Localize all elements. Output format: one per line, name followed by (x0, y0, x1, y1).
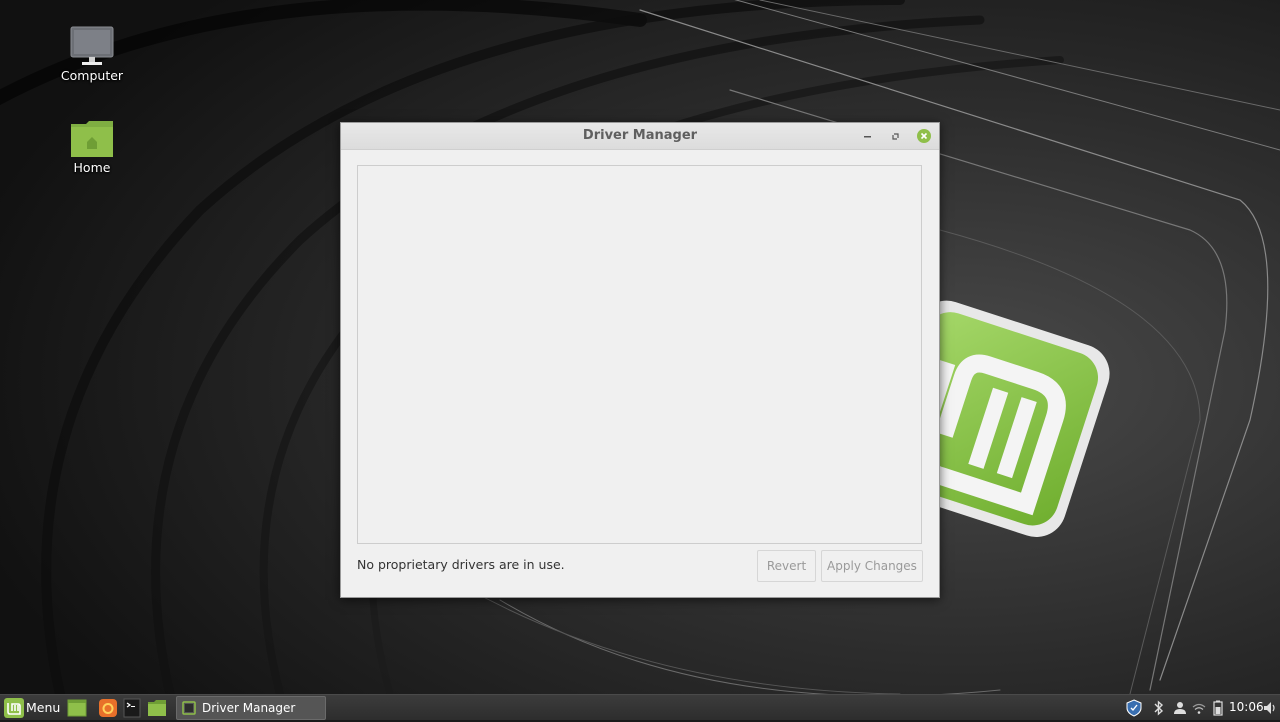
terminal-launcher[interactable] (122, 698, 142, 718)
desktop-icon-computer[interactable]: Computer (42, 26, 142, 83)
show-desktop-icon (67, 699, 87, 717)
close-icon (917, 129, 931, 143)
minimize-icon (864, 136, 871, 138)
power-tray[interactable] (1210, 699, 1226, 717)
sound-tray[interactable] (1262, 699, 1278, 717)
firefox-launcher[interactable] (98, 698, 118, 718)
task-label: Driver Manager (202, 701, 296, 715)
revert-button[interactable]: Revert (757, 550, 816, 582)
user-icon (1174, 702, 1186, 714)
shield-icon (1126, 699, 1142, 717)
network-tray[interactable] (1191, 699, 1207, 717)
monitor-icon (70, 26, 114, 65)
taskbar: Menu Driver Manager 10:06 (0, 694, 1280, 720)
desktop-icon-label: Home (73, 160, 111, 175)
driver-manager-icon (182, 701, 196, 715)
desktop-icon-home[interactable]: Home (42, 120, 142, 175)
close-button[interactable] (915, 127, 933, 145)
volume-icon (1264, 702, 1275, 714)
files-icon (148, 700, 166, 716)
bluetooth-tray[interactable] (1151, 699, 1167, 717)
battery-icon (1213, 700, 1223, 716)
desktop-icon-label: Computer (60, 68, 124, 83)
menu-button[interactable]: Menu (2, 696, 64, 720)
home-folder-icon (71, 121, 113, 157)
clock[interactable]: 10:06 (1229, 700, 1264, 714)
maximize-icon (892, 133, 899, 140)
window-titlebar[interactable]: Driver Manager (341, 123, 939, 150)
user-tray[interactable] (1172, 699, 1188, 717)
driver-manager-window: Driver Manager No proprietary drivers ar… (340, 122, 940, 598)
drivers-status-text: No proprietary drivers are in use. (357, 557, 565, 572)
files-launcher[interactable] (147, 698, 167, 718)
minimize-button[interactable] (859, 127, 877, 145)
maximize-button[interactable] (887, 127, 905, 145)
terminal-icon (123, 698, 141, 718)
bluetooth-icon (1154, 700, 1164, 716)
firefox-icon (99, 699, 117, 717)
task-driver-manager[interactable]: Driver Manager (176, 696, 326, 720)
wifi-icon (1192, 703, 1206, 714)
update-manager-tray[interactable] (1126, 699, 1142, 717)
drivers-list[interactable] (357, 165, 922, 544)
menu-label: Menu (26, 700, 61, 715)
show-desktop-launcher[interactable] (67, 698, 87, 718)
mint-logo-icon (4, 698, 24, 718)
apply-changes-button[interactable]: Apply Changes (821, 550, 923, 582)
window-title: Driver Manager (582, 128, 698, 143)
